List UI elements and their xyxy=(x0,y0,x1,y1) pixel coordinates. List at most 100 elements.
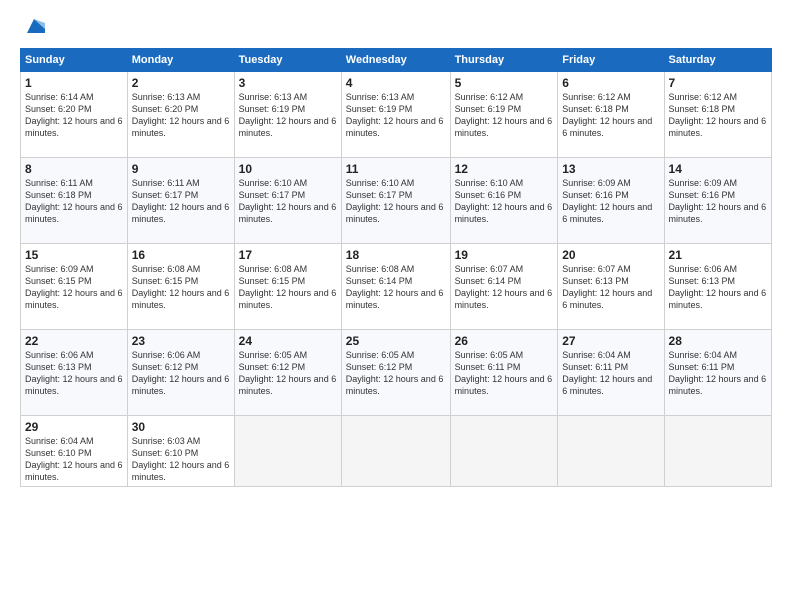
day-cell: 25 Sunrise: 6:05 AM Sunset: 6:12 PM Dayl… xyxy=(341,329,450,415)
day-cell: 8 Sunrise: 6:11 AM Sunset: 6:18 PM Dayli… xyxy=(21,157,128,243)
day-cell: 26 Sunrise: 6:05 AM Sunset: 6:11 PM Dayl… xyxy=(450,329,558,415)
day-cell xyxy=(234,415,341,487)
day-info: Sunrise: 6:07 AM Sunset: 6:14 PM Dayligh… xyxy=(455,263,554,312)
day-info: Sunrise: 6:09 AM Sunset: 6:16 PM Dayligh… xyxy=(562,177,659,226)
day-number: 25 xyxy=(346,334,446,348)
day-cell: 24 Sunrise: 6:05 AM Sunset: 6:12 PM Dayl… xyxy=(234,329,341,415)
day-cell: 15 Sunrise: 6:09 AM Sunset: 6:15 PM Dayl… xyxy=(21,243,128,329)
day-cell: 10 Sunrise: 6:10 AM Sunset: 6:17 PM Dayl… xyxy=(234,157,341,243)
day-cell: 30 Sunrise: 6:03 AM Sunset: 6:10 PM Dayl… xyxy=(127,415,234,487)
day-number: 27 xyxy=(562,334,659,348)
day-info: Sunrise: 6:12 AM Sunset: 6:18 PM Dayligh… xyxy=(562,91,659,140)
day-cell: 7 Sunrise: 6:12 AM Sunset: 6:18 PM Dayli… xyxy=(664,71,771,157)
day-info: Sunrise: 6:10 AM Sunset: 6:17 PM Dayligh… xyxy=(239,177,337,226)
day-number: 11 xyxy=(346,162,446,176)
day-cell: 14 Sunrise: 6:09 AM Sunset: 6:16 PM Dayl… xyxy=(664,157,771,243)
day-number: 22 xyxy=(25,334,123,348)
col-header-thursday: Thursday xyxy=(450,48,558,71)
day-number: 5 xyxy=(455,76,554,90)
day-info: Sunrise: 6:10 AM Sunset: 6:16 PM Dayligh… xyxy=(455,177,554,226)
day-number: 15 xyxy=(25,248,123,262)
week-row-4: 22 Sunrise: 6:06 AM Sunset: 6:13 PM Dayl… xyxy=(21,329,772,415)
day-number: 13 xyxy=(562,162,659,176)
day-info: Sunrise: 6:05 AM Sunset: 6:11 PM Dayligh… xyxy=(455,349,554,398)
day-info: Sunrise: 6:05 AM Sunset: 6:12 PM Dayligh… xyxy=(239,349,337,398)
day-number: 3 xyxy=(239,76,337,90)
day-cell: 6 Sunrise: 6:12 AM Sunset: 6:18 PM Dayli… xyxy=(558,71,664,157)
day-number: 14 xyxy=(669,162,767,176)
day-info: Sunrise: 6:06 AM Sunset: 6:13 PM Dayligh… xyxy=(25,349,123,398)
col-header-friday: Friday xyxy=(558,48,664,71)
week-row-5: 29 Sunrise: 6:04 AM Sunset: 6:10 PM Dayl… xyxy=(21,415,772,487)
day-info: Sunrise: 6:04 AM Sunset: 6:10 PM Dayligh… xyxy=(25,435,123,484)
day-cell: 2 Sunrise: 6:13 AM Sunset: 6:20 PM Dayli… xyxy=(127,71,234,157)
day-number: 21 xyxy=(669,248,767,262)
day-info: Sunrise: 6:13 AM Sunset: 6:20 PM Dayligh… xyxy=(132,91,230,140)
week-row-1: 1 Sunrise: 6:14 AM Sunset: 6:20 PM Dayli… xyxy=(21,71,772,157)
day-cell: 16 Sunrise: 6:08 AM Sunset: 6:15 PM Dayl… xyxy=(127,243,234,329)
day-info: Sunrise: 6:08 AM Sunset: 6:15 PM Dayligh… xyxy=(132,263,230,312)
day-number: 24 xyxy=(239,334,337,348)
day-number: 9 xyxy=(132,162,230,176)
day-info: Sunrise: 6:06 AM Sunset: 6:13 PM Dayligh… xyxy=(669,263,767,312)
day-number: 23 xyxy=(132,334,230,348)
col-header-sunday: Sunday xyxy=(21,48,128,71)
day-info: Sunrise: 6:09 AM Sunset: 6:16 PM Dayligh… xyxy=(669,177,767,226)
day-number: 6 xyxy=(562,76,659,90)
header-row: SundayMondayTuesdayWednesdayThursdayFrid… xyxy=(21,48,772,71)
calendar-table: SundayMondayTuesdayWednesdayThursdayFrid… xyxy=(20,48,772,488)
day-number: 30 xyxy=(132,420,230,434)
day-info: Sunrise: 6:12 AM Sunset: 6:18 PM Dayligh… xyxy=(669,91,767,140)
day-info: Sunrise: 6:09 AM Sunset: 6:15 PM Dayligh… xyxy=(25,263,123,312)
day-cell: 12 Sunrise: 6:10 AM Sunset: 6:16 PM Dayl… xyxy=(450,157,558,243)
day-cell: 20 Sunrise: 6:07 AM Sunset: 6:13 PM Dayl… xyxy=(558,243,664,329)
header xyxy=(20,18,772,38)
day-info: Sunrise: 6:11 AM Sunset: 6:18 PM Dayligh… xyxy=(25,177,123,226)
col-header-wednesday: Wednesday xyxy=(341,48,450,71)
day-cell: 5 Sunrise: 6:12 AM Sunset: 6:19 PM Dayli… xyxy=(450,71,558,157)
day-number: 28 xyxy=(669,334,767,348)
day-cell: 18 Sunrise: 6:08 AM Sunset: 6:14 PM Dayl… xyxy=(341,243,450,329)
day-cell: 22 Sunrise: 6:06 AM Sunset: 6:13 PM Dayl… xyxy=(21,329,128,415)
week-row-3: 15 Sunrise: 6:09 AM Sunset: 6:15 PM Dayl… xyxy=(21,243,772,329)
day-number: 2 xyxy=(132,76,230,90)
day-info: Sunrise: 6:08 AM Sunset: 6:15 PM Dayligh… xyxy=(239,263,337,312)
day-cell: 4 Sunrise: 6:13 AM Sunset: 6:19 PM Dayli… xyxy=(341,71,450,157)
day-cell xyxy=(450,415,558,487)
day-number: 20 xyxy=(562,248,659,262)
day-cell: 13 Sunrise: 6:09 AM Sunset: 6:16 PM Dayl… xyxy=(558,157,664,243)
day-info: Sunrise: 6:13 AM Sunset: 6:19 PM Dayligh… xyxy=(239,91,337,140)
col-header-saturday: Saturday xyxy=(664,48,771,71)
day-cell: 11 Sunrise: 6:10 AM Sunset: 6:17 PM Dayl… xyxy=(341,157,450,243)
day-number: 19 xyxy=(455,248,554,262)
day-info: Sunrise: 6:04 AM Sunset: 6:11 PM Dayligh… xyxy=(669,349,767,398)
day-number: 4 xyxy=(346,76,446,90)
day-cell: 3 Sunrise: 6:13 AM Sunset: 6:19 PM Dayli… xyxy=(234,71,341,157)
day-cell: 21 Sunrise: 6:06 AM Sunset: 6:13 PM Dayl… xyxy=(664,243,771,329)
day-cell: 17 Sunrise: 6:08 AM Sunset: 6:15 PM Dayl… xyxy=(234,243,341,329)
day-cell: 1 Sunrise: 6:14 AM Sunset: 6:20 PM Dayli… xyxy=(21,71,128,157)
day-number: 7 xyxy=(669,76,767,90)
day-info: Sunrise: 6:11 AM Sunset: 6:17 PM Dayligh… xyxy=(132,177,230,226)
day-number: 18 xyxy=(346,248,446,262)
day-number: 29 xyxy=(25,420,123,434)
day-number: 12 xyxy=(455,162,554,176)
day-cell: 9 Sunrise: 6:11 AM Sunset: 6:17 PM Dayli… xyxy=(127,157,234,243)
day-info: Sunrise: 6:05 AM Sunset: 6:12 PM Dayligh… xyxy=(346,349,446,398)
day-cell xyxy=(341,415,450,487)
day-info: Sunrise: 6:14 AM Sunset: 6:20 PM Dayligh… xyxy=(25,91,123,140)
day-number: 17 xyxy=(239,248,337,262)
day-info: Sunrise: 6:04 AM Sunset: 6:11 PM Dayligh… xyxy=(562,349,659,398)
page: SundayMondayTuesdayWednesdayThursdayFrid… xyxy=(0,0,792,612)
day-cell: 27 Sunrise: 6:04 AM Sunset: 6:11 PM Dayl… xyxy=(558,329,664,415)
day-number: 26 xyxy=(455,334,554,348)
day-cell xyxy=(664,415,771,487)
day-cell xyxy=(558,415,664,487)
week-row-2: 8 Sunrise: 6:11 AM Sunset: 6:18 PM Dayli… xyxy=(21,157,772,243)
day-info: Sunrise: 6:13 AM Sunset: 6:19 PM Dayligh… xyxy=(346,91,446,140)
day-number: 1 xyxy=(25,76,123,90)
day-cell: 28 Sunrise: 6:04 AM Sunset: 6:11 PM Dayl… xyxy=(664,329,771,415)
day-cell: 23 Sunrise: 6:06 AM Sunset: 6:12 PM Dayl… xyxy=(127,329,234,415)
logo-icon xyxy=(23,15,45,37)
day-number: 8 xyxy=(25,162,123,176)
